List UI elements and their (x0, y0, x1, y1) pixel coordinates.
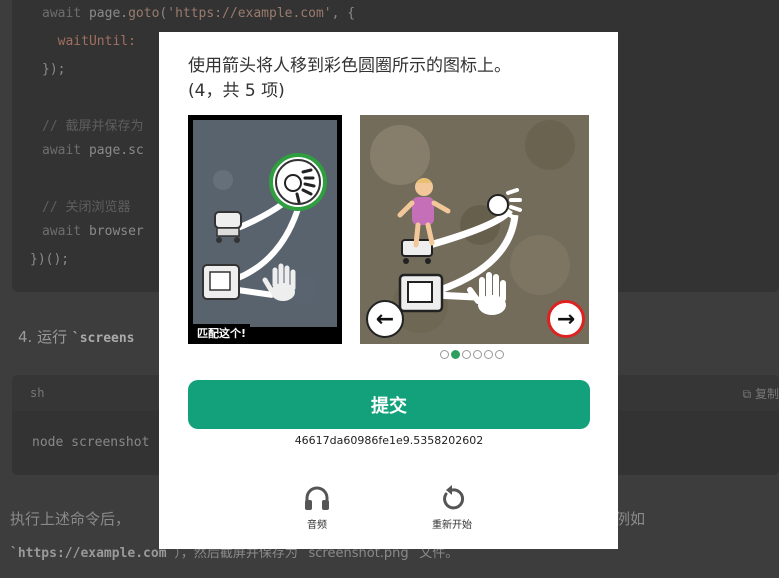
copy-button[interactable]: ⧉ 复制 (743, 385, 779, 402)
arrow-right-button[interactable]: → (547, 300, 585, 338)
arrow-left-icon: ← (375, 306, 395, 332)
reference-image: 匹配这个! (188, 115, 342, 344)
page-indicator (440, 350, 504, 360)
page-dot-active (451, 350, 460, 359)
safe-icon (202, 264, 240, 300)
headphones-icon (305, 486, 329, 510)
arrow-left-button[interactable]: ← (366, 300, 404, 338)
code-comment: // 关闭浏览器 (42, 200, 131, 215)
copy-icon: ⧉ (742, 387, 752, 401)
code-line: waitUntil: (42, 34, 144, 49)
arrow-right-icon: → (556, 306, 576, 332)
page-dot (495, 350, 504, 359)
captcha-modal: 使用箭头将人移到彩色圆圈所示的图标上。 (4，共 5 项) 匹配这个! ← → … (159, 32, 618, 549)
progress-text: (4，共 5 项) (188, 81, 285, 101)
restart-button[interactable]: 重新开始 (412, 484, 492, 531)
code-line: await page.goto('https://example.com', { (42, 6, 356, 21)
audio-label: 音频 (307, 520, 327, 531)
code-line: }); (42, 62, 66, 77)
page-dot (473, 350, 482, 359)
page-dot (462, 350, 471, 359)
prompt-text: 使用箭头将人移到彩色圆圈所示的图标上。 (188, 56, 511, 76)
audio-button[interactable]: 音频 (277, 484, 357, 531)
submit-button[interactable]: 提交 (188, 380, 590, 429)
restart-label: 重新开始 (432, 520, 472, 531)
reference-label: 匹配这个! (193, 324, 251, 342)
restart-icon (443, 485, 465, 510)
session-id: 46617da60986fe1e9.5358202602 (294, 434, 484, 447)
shell-command: node screenshot (32, 435, 150, 450)
step-heading: 4. 运行 `screens (18, 328, 135, 346)
safe-icon (398, 273, 444, 313)
page-dot (484, 350, 493, 359)
language-label: sh (30, 386, 45, 400)
puzzle-scene: ← → (360, 115, 589, 344)
code-line: await page.sc (42, 143, 144, 158)
code-comment: // 截屏并保存为 (42, 119, 144, 134)
page-dot (440, 350, 449, 359)
code-line: await browser (42, 224, 144, 239)
code-line: })(); (30, 252, 70, 267)
captcha-prompt: 使用箭头将人移到彩色圆圈所示的图标上。 (4，共 5 项) (188, 54, 598, 104)
reference-scene (193, 120, 337, 327)
